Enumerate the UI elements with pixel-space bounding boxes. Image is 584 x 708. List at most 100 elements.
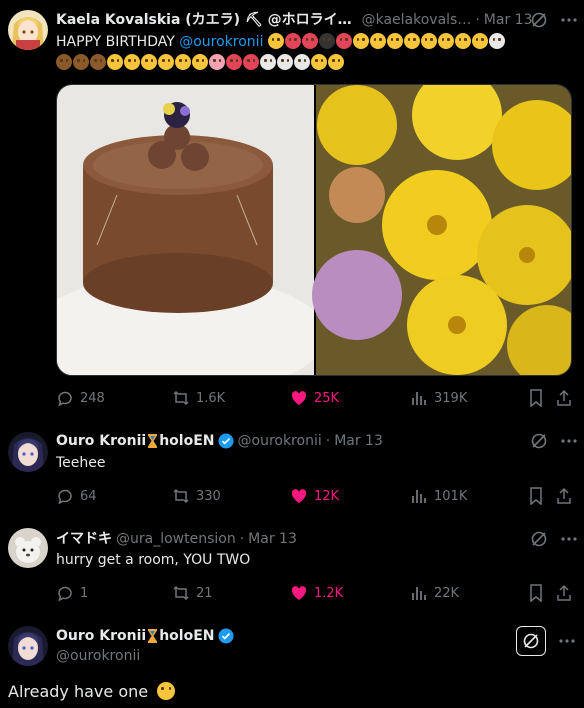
reply-count: 248	[80, 390, 105, 406]
views-count: 101K	[434, 488, 468, 504]
display-name[interactable]: Kaela Kovalskia (カエラ) ⛏ @ホロライ…	[56, 11, 352, 29]
avatar-kronii[interactable]	[8, 626, 48, 666]
repost-icon	[173, 488, 189, 504]
anatomical-heart-emoji-icon	[226, 54, 242, 70]
like-button[interactable]: 12K	[290, 486, 339, 506]
handle[interactable]: @kaelakovals…	[362, 11, 472, 29]
verified-badge-icon[interactable]	[218, 628, 234, 644]
like-count: 25K	[314, 390, 340, 406]
timestamp[interactable]: Mar 13	[248, 530, 297, 548]
avatar-kaela-icon	[8, 10, 48, 50]
reply-icon	[58, 586, 72, 602]
like-button[interactable]: 1.2K	[290, 583, 343, 603]
share-icon[interactable]	[556, 389, 572, 407]
display-name-suffix[interactable]: holoEN	[159, 432, 214, 450]
separator-dot: ·	[475, 12, 480, 28]
chocolate-cake-image[interactable]	[57, 85, 327, 376]
reply-count: 64	[80, 488, 97, 504]
verified-badge-icon[interactable]	[218, 433, 234, 449]
avatar-imadoki-icon	[8, 528, 48, 568]
grok-icon[interactable]	[530, 530, 548, 548]
cowboy-emoji-icon	[420, 33, 437, 49]
views-button[interactable]: 319K	[410, 388, 467, 408]
tweet-kronii-reply[interactable]: Ouro Kronii holoEN @ourokronii · Mar 13 …	[0, 420, 584, 520]
bookmark-icon[interactable]	[528, 389, 544, 407]
bookmark-icon[interactable]	[528, 584, 544, 602]
repost-count: 21	[196, 585, 213, 601]
nerd-emoji-icon	[471, 33, 488, 49]
share-icon[interactable]	[556, 584, 572, 602]
like-button[interactable]: 25K	[290, 388, 339, 408]
repost-count: 330	[196, 488, 221, 504]
handle[interactable]: @ura_lowtension	[116, 530, 236, 548]
tweet-text-body: Already have one	[8, 682, 149, 701]
hourglass-icon	[148, 434, 158, 448]
heart-filled-icon	[291, 586, 307, 600]
tweet-kaela[interactable]: Kaela Kovalskia (カエラ) ⛏ @ホロライ… @kaelakov…	[0, 0, 584, 420]
heart-filled-icon	[291, 391, 307, 405]
display-name[interactable]: Ouro Kronii	[56, 627, 146, 645]
repost-button[interactable]: 1.6K	[172, 388, 225, 408]
tweet-media[interactable]	[56, 84, 572, 376]
more-options-icon[interactable]	[560, 530, 578, 548]
repost-button[interactable]: 330	[172, 486, 221, 506]
bookmark-icon[interactable]	[528, 487, 544, 505]
nerd-emoji-icon	[454, 33, 471, 49]
media-grid	[57, 85, 572, 376]
more-options-icon[interactable]	[558, 632, 576, 650]
grok-icon[interactable]	[530, 432, 548, 450]
handle[interactable]: @ourokronii	[238, 432, 322, 450]
more-options-icon[interactable]	[560, 432, 578, 450]
views-icon	[412, 392, 426, 405]
handle-row: @ourokronii	[56, 647, 140, 665]
grok-button[interactable]	[516, 626, 546, 656]
share-icon[interactable]	[556, 487, 572, 505]
display-name[interactable]: イマドキ	[56, 530, 112, 548]
yellow-flowers-image[interactable]	[312, 85, 572, 376]
views-button[interactable]: 101K	[410, 486, 467, 506]
separator-dot: ·	[325, 433, 331, 449]
grok-icon[interactable]	[530, 11, 548, 29]
clapping-hands-emoji-icon	[328, 54, 344, 70]
tooth-emoji-icon	[260, 54, 276, 70]
lungs-emoji-icon	[243, 54, 259, 70]
separator-dot: ·	[239, 531, 245, 547]
face-emoji-icon	[352, 33, 369, 49]
display-name[interactable]: Ouro Kronii	[56, 432, 146, 450]
timestamp[interactable]: Mar 13	[334, 432, 383, 450]
heart-filled-icon	[291, 489, 307, 503]
tweet-actions: 64 330 12K 101K	[56, 486, 576, 506]
reply-button[interactable]: 248	[56, 388, 105, 408]
views-button[interactable]: 22K	[410, 583, 459, 603]
like-count: 12K	[314, 488, 340, 504]
tweet-header: Ouro Kronii holoEN	[56, 627, 234, 645]
tweet-text: HAPPY BIRTHDAY @ourokronii	[56, 33, 576, 73]
timestamp[interactable]: Mar 13	[484, 11, 533, 29]
display-name-suffix[interactable]: holoEN	[159, 627, 214, 645]
see-no-evil-emoji-icon	[56, 54, 72, 70]
reply-icon	[58, 391, 72, 407]
avatar-kronii[interactable]	[8, 432, 48, 472]
repost-button[interactable]: 21	[172, 583, 213, 603]
flexed-biceps-emoji-icon	[311, 54, 327, 70]
tweet-kronii-main[interactable]: Ouro Kronii holoEN @ourokronii Already h…	[0, 620, 584, 708]
astonished-emoji-icon	[386, 33, 403, 49]
party-popper-emoji-icon	[284, 33, 301, 49]
more-options-icon[interactable]	[560, 11, 578, 29]
eyes-emoji-icon	[294, 54, 310, 70]
cat-emoji-icon	[175, 54, 191, 70]
hourglass-icon	[148, 629, 158, 643]
mention-link[interactable]: @ourokronii	[179, 34, 263, 50]
avatar-kaela[interactable]	[8, 10, 48, 50]
tweet-imadoki-reply[interactable]: イマドキ @ura_lowtension · Mar 13 hurry get …	[0, 520, 584, 620]
handle[interactable]: @ourokronii	[56, 647, 140, 665]
repost-icon	[173, 585, 189, 601]
tweet-text: hurry get a room, YOU TWO	[56, 552, 251, 568]
reply-button[interactable]: 64	[56, 486, 97, 506]
reply-button[interactable]: 1	[56, 583, 88, 603]
sunglasses-emoji-icon	[437, 33, 454, 49]
person-emoji-icon	[335, 33, 352, 49]
grin-cat-emoji-icon	[192, 54, 208, 70]
pouting-cat-emoji-icon	[158, 54, 174, 70]
avatar-imadoki[interactable]	[8, 528, 48, 568]
